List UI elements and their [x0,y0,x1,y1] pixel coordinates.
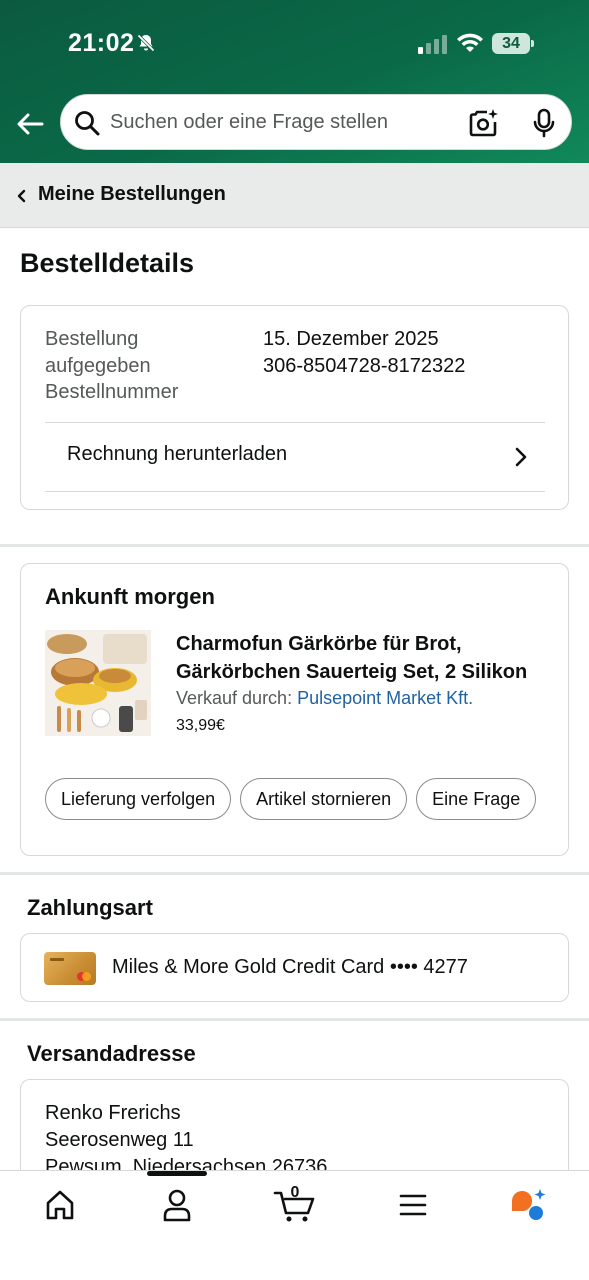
active-tab-indicator [147,1171,207,1176]
search-bar[interactable] [60,94,572,150]
search-input[interactable] [110,95,455,149]
order-actions: Lieferung verfolgen Artikel stornieren Ein… [45,778,552,822]
seller-prefix: Verkauf durch: [176,688,298,708]
breadcrumb[interactable]: Meine Bestellungen [0,163,589,228]
card-chip [50,958,64,961]
seller-line: Verkauf durch: Pulsepoint Market Kft. [176,688,473,709]
cart-button[interactable]: 0 [272,1184,318,1223]
address-street: Seerosenweg 11 [45,1129,194,1151]
bell-muted-icon [137,34,155,52]
delivery-card: Ankunft morgen Charmofun Gärkörbe für Br… [20,563,569,856]
download-invoice-label: Rechnung herunterladen [67,443,288,465]
camera-icon[interactable] [469,108,499,138]
order-info-card: Bestellung aufgegeben Bestellnummer 15. … [20,305,569,510]
battery-level: 34 [492,33,530,54]
account-icon[interactable] [157,1187,197,1223]
order-date: 15. Dezember 2025 [263,328,439,350]
mic-icon[interactable] [529,108,559,138]
cellular-signal-icon [418,35,447,54]
home-icon[interactable] [40,1187,80,1223]
search-icon [75,111,100,136]
bottom-navigation: 0 [0,1170,589,1280]
section-divider [0,1018,589,1021]
order-labels: Bestellung aufgegeben Bestellnummer [45,326,235,406]
download-invoice-row[interactable]: Rechnung herunterladen [45,422,545,492]
payment-method-text: Miles & More Gold Credit Card •••• 4277 [112,956,468,978]
section-divider [0,544,589,547]
order-values: 15. Dezember 2025 306-8504728-8172322 [263,326,465,379]
cart-count: 0 [290,1184,300,1201]
payment-section-title: Zahlungsart [27,895,153,920]
product-price: 33,99€ [176,717,225,734]
status-bar: 21:02 34 [0,0,589,88]
battery-icon: 34 [492,33,536,54]
chevron-right-icon [515,447,527,467]
order-number-label: Bestellnummer [45,381,179,403]
delivery-status-title: Ankunft morgen [45,584,215,609]
order-placed-label: Bestellung aufgegeben [45,328,151,377]
product-title[interactable]: Charmofun Gärkörbe für Brot, Gärkörbchen… [176,630,556,686]
chevron-left-icon [17,189,26,203]
shipping-section-title: Versandadresse [27,1041,196,1066]
app-header: 21:02 34 [0,0,589,163]
mastercard-logo-right [82,972,91,981]
menu-icon[interactable] [393,1187,433,1223]
back-arrow-icon[interactable] [14,108,46,140]
ask-question-button[interactable]: Eine Frage [416,778,537,820]
track-package-button[interactable]: Lieferung verfolgen [45,778,232,820]
page-title: Bestelldetails [20,248,195,278]
section-divider [0,872,589,875]
address-name: Renko Frerichs [45,1102,181,1124]
payment-card: Miles & More Gold Credit Card •••• 4277 [20,933,569,1002]
breadcrumb-label: Meine Bestellungen [38,183,226,205]
credit-card-image [44,952,96,985]
address-lines: Renko Frerichs Seerosenweg 11 Pewsum, Ni… [45,1100,327,1181]
order-number: 306-8504728-8172322 [263,354,466,377]
battery-tip [531,40,534,47]
status-time: 21:02 [68,29,135,57]
product-image[interactable] [45,630,151,736]
seller-link[interactable]: Pulsepoint Market Kft. [297,688,473,708]
rufus-icon[interactable] [508,1187,548,1223]
wifi-icon [457,33,483,52]
cancel-item-button[interactable]: Artikel stornieren [240,778,408,820]
